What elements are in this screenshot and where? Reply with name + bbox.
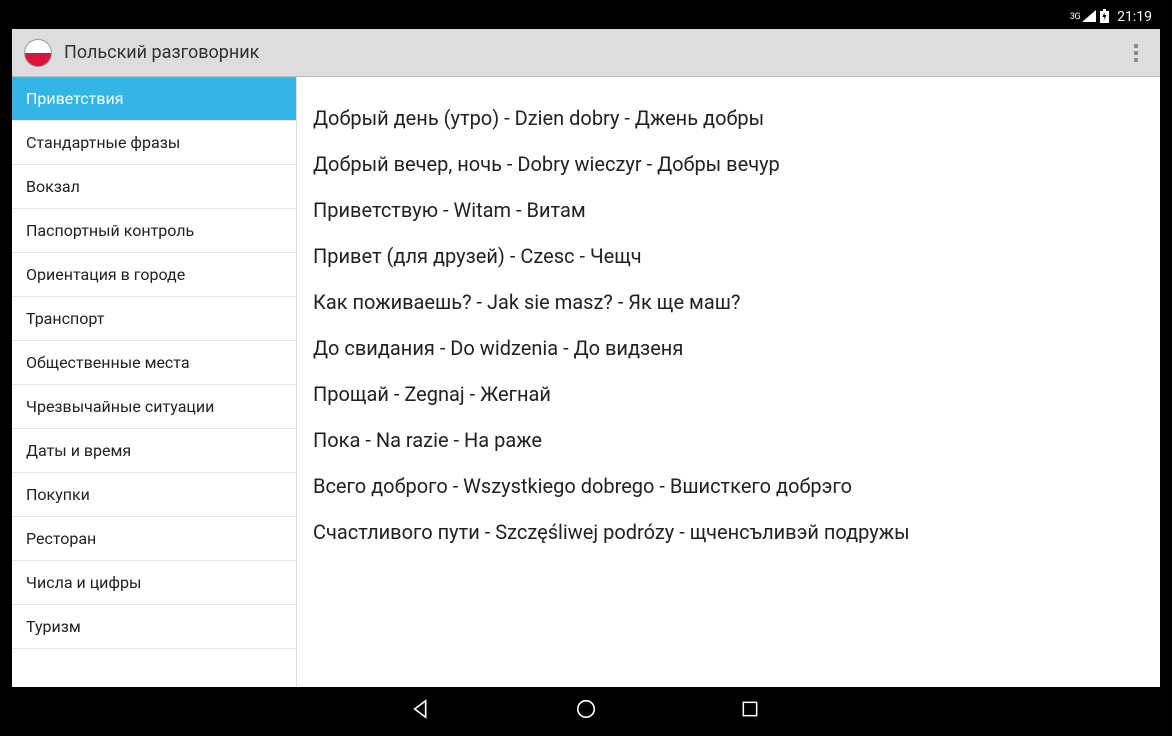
device-frame: 3G 21:19 Польский разговорник Приветстви… — [12, 5, 1160, 731]
sidebar-item-1[interactable]: Стандартные фразы — [12, 121, 296, 165]
app-bar: Польский разговорник — [12, 29, 1160, 77]
sidebar-item-12[interactable]: Туризм — [12, 605, 296, 649]
phrase-item[interactable]: Привет (для друзей) - Czesc - Чещч — [313, 233, 1144, 279]
sidebar-item-10[interactable]: Ресторан — [12, 517, 296, 561]
battery-icon — [1100, 9, 1109, 26]
phrase-item[interactable]: Как поживаешь? - Jak sie masz? - Як ще м… — [313, 279, 1144, 325]
sidebar-item-4[interactable]: Ориентация в городе — [12, 253, 296, 297]
phrase-item[interactable]: Счастливого пути - Szczęśliwej podrózy -… — [313, 509, 1144, 555]
phrase-item[interactable]: Добрый вечер, ночь - Dobry wieczyr - Доб… — [313, 141, 1144, 187]
nav-recent-button[interactable] — [738, 697, 762, 721]
clock: 21:19 — [1117, 9, 1152, 25]
content-area: ПриветствияСтандартные фразыВокзалПаспор… — [12, 77, 1160, 687]
phrase-item[interactable]: До свидания - Do widzenia - До видзеня — [313, 325, 1144, 371]
sidebar-item-8[interactable]: Даты и время — [12, 429, 296, 473]
network-label: 3G — [1070, 12, 1080, 22]
sidebar-item-11[interactable]: Числа и цифры — [12, 561, 296, 605]
phrase-list[interactable]: Добрый день (утро) - Dzien dobry - Джень… — [297, 77, 1160, 687]
app-title: Польский разговорник — [64, 42, 1124, 63]
sidebar-item-6[interactable]: Общественные места — [12, 341, 296, 385]
phrase-item[interactable]: Всего доброго - Wszystkiego dobrego - Вш… — [313, 463, 1144, 509]
nav-home-button[interactable] — [574, 697, 598, 721]
sidebar-item-5[interactable]: Транспорт — [12, 297, 296, 341]
status-bar: 3G 21:19 — [12, 5, 1160, 29]
phrase-item[interactable]: Добрый день (утро) - Dzien dobry - Джень… — [313, 95, 1144, 141]
sidebar-item-9[interactable]: Покупки — [12, 473, 296, 517]
signal-icon — [1082, 10, 1096, 25]
sidebar-item-0[interactable]: Приветствия — [12, 77, 296, 121]
phrase-item[interactable]: Приветствую - Witam - Витам — [313, 187, 1144, 233]
app-flag-icon — [24, 39, 52, 67]
phrase-item[interactable]: Прощай - Zegnaj - Жегнай — [313, 371, 1144, 417]
phrase-item[interactable]: Пока - Na razie - На раже — [313, 417, 1144, 463]
sidebar-item-7[interactable]: Чрезвычайные ситуации — [12, 385, 296, 429]
navigation-bar — [12, 687, 1160, 731]
nav-back-button[interactable] — [410, 697, 434, 721]
sidebar-item-2[interactable]: Вокзал — [12, 165, 296, 209]
sidebar[interactable]: ПриветствияСтандартные фразыВокзалПаспор… — [12, 77, 297, 687]
sidebar-item-3[interactable]: Паспортный контроль — [12, 209, 296, 253]
overflow-menu-button[interactable] — [1124, 41, 1148, 65]
